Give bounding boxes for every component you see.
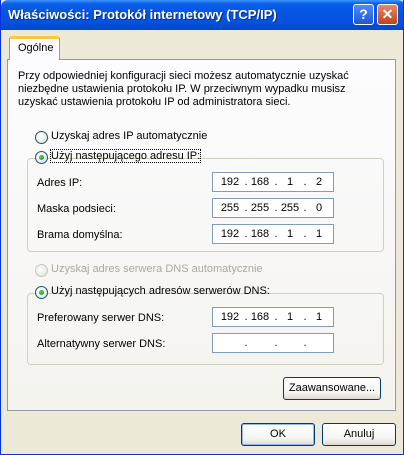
window-title: Właściwości: Protokół internetowy (TCP/I… — [8, 7, 277, 22]
octet: 1 — [286, 228, 294, 240]
dns-manual-option[interactable]: Użyj następujących adresów serwerów DNS: — [35, 285, 270, 300]
intro-line: niezbędne ustawienia protokołu IP. W prz… — [18, 83, 346, 95]
octet: 168 — [250, 176, 270, 188]
alternate-dns-field[interactable]: . . . — [212, 333, 334, 353]
intro-line: uzyskać ustawienia protokołu IP od admin… — [18, 96, 291, 108]
octet-separator: . — [274, 337, 278, 349]
octet: 1 — [286, 176, 294, 188]
ip-address-label: Adres IP: — [37, 177, 83, 189]
octet: 2 — [315, 176, 323, 188]
octet: 255 — [280, 202, 300, 214]
help-button[interactable]: ? — [353, 4, 374, 25]
close-icon: ✕ — [381, 6, 394, 22]
default-gateway-field[interactable]: 192 . 168 . 1 . 1 — [212, 224, 334, 244]
default-gateway-label: Brama domyślna: — [37, 229, 123, 241]
octet: 168 — [250, 311, 270, 323]
ip-address-field[interactable]: 192 . 168 . 1 . 2 — [212, 172, 334, 192]
ip-manual-option[interactable]: Użyj następującego adresu IP: — [35, 149, 202, 165]
octet: 1 — [315, 311, 323, 323]
octet: 1 — [286, 311, 294, 323]
radio-selected-dot — [39, 290, 44, 295]
octet-separator: . — [303, 337, 307, 349]
title-bar[interactable]: Właściwości: Protokół internetowy (TCP/I… — [1, 0, 403, 30]
octet: 192 — [220, 311, 240, 323]
dns-settings-group — [27, 293, 384, 365]
properties-dialog: Właściwości: Protokół internetowy (TCP/I… — [0, 0, 404, 455]
intro-line: Przy odpowiedniej konfiguracji sieci moż… — [18, 70, 349, 82]
octet: 168 — [250, 228, 270, 240]
preferred-dns-field[interactable]: 192 . 168 . 1 . 1 — [212, 307, 334, 327]
octet: 0 — [315, 202, 323, 214]
ip-manual-label: Użyj następującego adresu IP: — [49, 149, 202, 163]
octet: 255 — [220, 202, 240, 214]
close-button[interactable]: ✕ — [377, 4, 398, 25]
advanced-button[interactable]: Zaawansowane... — [283, 377, 381, 400]
tab-general[interactable]: Ogólne — [9, 36, 60, 60]
help-icon: ? — [359, 6, 368, 22]
subnet-mask-label: Maska podsieci: — [37, 203, 116, 215]
intro-text: Przy odpowiedniej konfiguracji sieci moż… — [18, 70, 388, 109]
octet: 255 — [250, 202, 270, 214]
octet: 192 — [220, 176, 240, 188]
radio-selected-dot — [39, 155, 44, 160]
ip-manual-radio[interactable] — [35, 151, 48, 164]
ok-button[interactable]: OK — [241, 423, 315, 446]
octet: 1 — [315, 228, 323, 240]
cancel-button[interactable]: Anuluj — [322, 423, 396, 446]
dns-auto-radio[interactable] — [35, 264, 48, 277]
ip-auto-label: Uzyskaj adres IP automatycznie — [51, 130, 208, 142]
alternate-dns-label: Alternatywny serwer DNS: — [37, 338, 166, 350]
dns-auto-label: Uzyskaj adres serwera DNS automatycznie — [51, 263, 263, 275]
ip-auto-radio[interactable] — [35, 131, 48, 144]
tab-general-label: Ogólne — [18, 42, 54, 54]
dns-manual-radio[interactable] — [35, 286, 48, 299]
octet-separator: . — [244, 337, 248, 349]
octet: 192 — [220, 228, 240, 240]
dns-manual-label: Użyj następujących adresów serwerów DNS: — [51, 285, 270, 297]
preferred-dns-label: Preferowany serwer DNS: — [37, 312, 165, 324]
subnet-mask-field[interactable]: 255 . 255 . 255 . 0 — [212, 198, 334, 218]
